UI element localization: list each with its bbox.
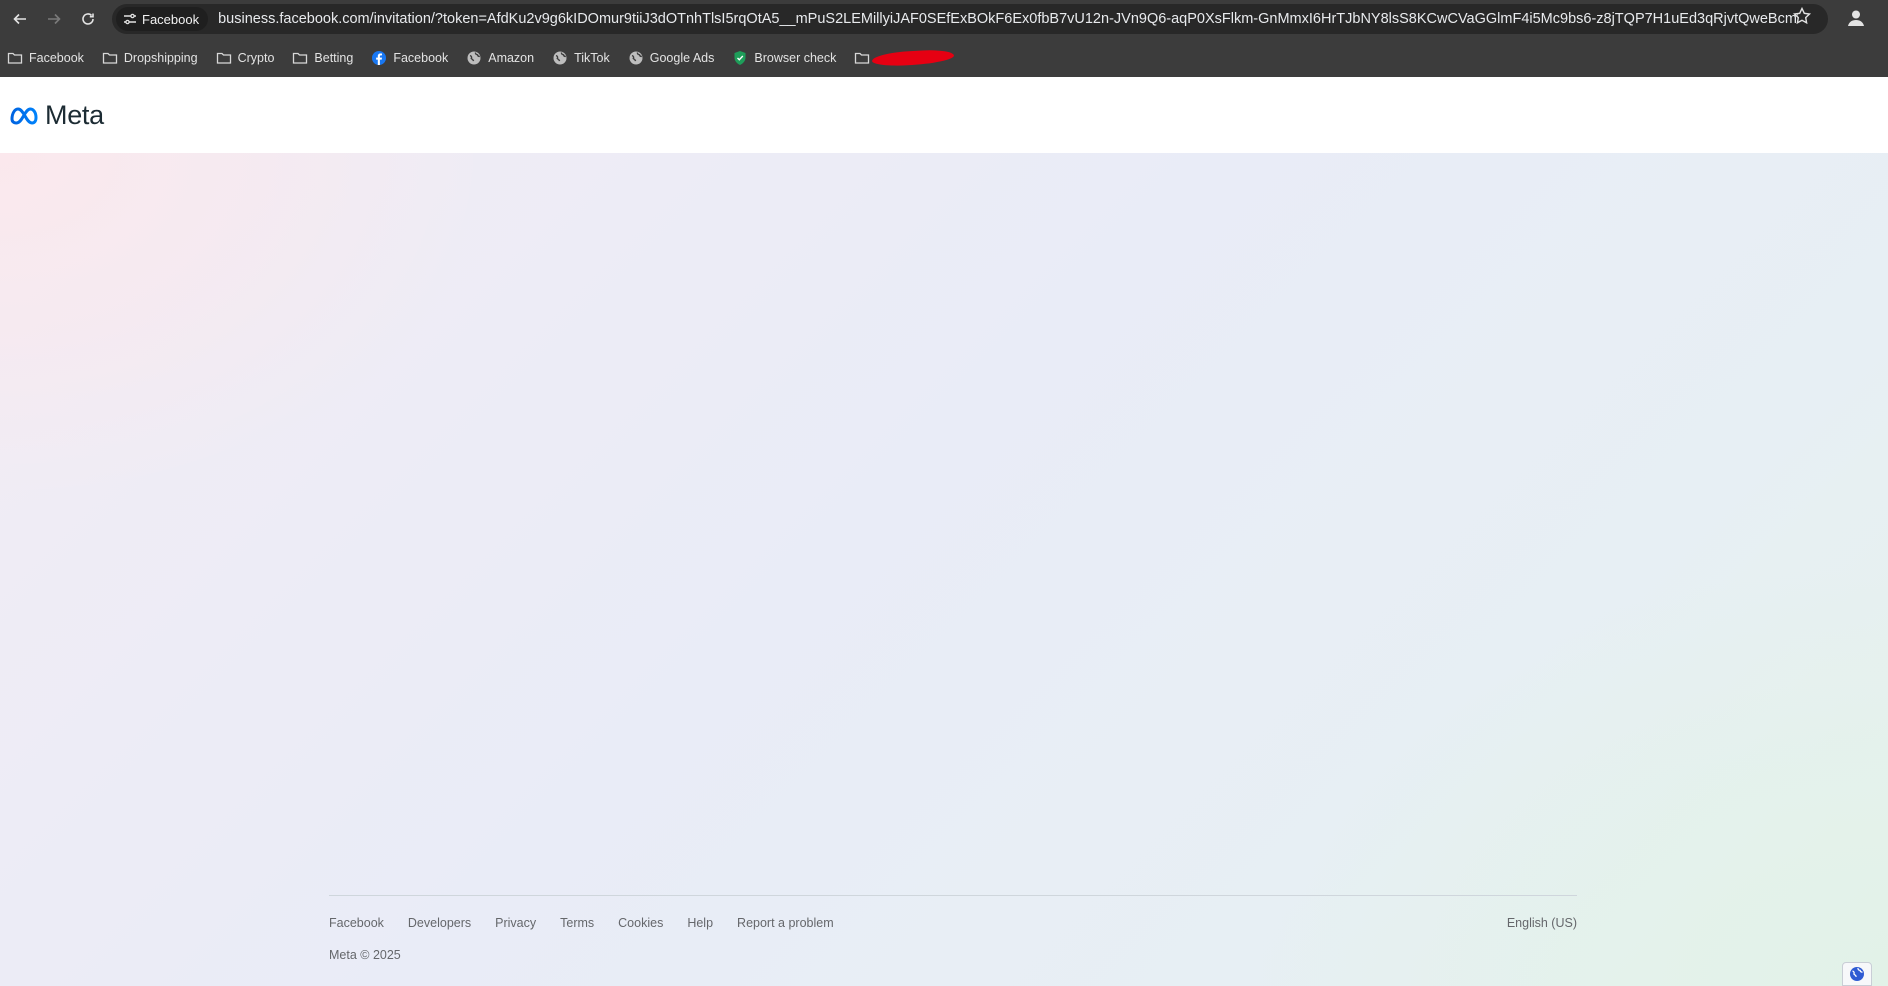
- bookmark-label: Browser check: [754, 50, 837, 65]
- reload-icon: [82, 13, 94, 25]
- site-chip-label: Facebook: [142, 11, 200, 27]
- meta-infinity-icon: [10, 107, 38, 125]
- arrow-left-icon: [13, 13, 26, 25]
- footer-links: Facebook Developers Privacy Terms Cookie…: [329, 914, 1577, 932]
- browser-toolbar: Facebook business.facebook.com/invitatio…: [0, 0, 1888, 38]
- footer-link-facebook[interactable]: Facebook: [329, 916, 384, 930]
- facebook-icon: [372, 50, 387, 65]
- language-globe-button[interactable]: [1842, 962, 1872, 986]
- folder-icon: [102, 52, 118, 64]
- bookmark-amazon[interactable]: Amazon: [466, 45, 544, 71]
- bookmarks-bar: Facebook Dropshipping Crypto Betting Fac…: [0, 38, 1888, 77]
- globe-icon: [467, 51, 481, 64]
- bookmark-folder-dropshipping[interactable]: Dropshipping: [102, 45, 208, 71]
- page-content: Facebook Developers Privacy Terms Cookie…: [0, 153, 1888, 986]
- url-text[interactable]: business.facebook.com/invitation/?token=…: [218, 11, 1798, 27]
- bookmark-google-ads[interactable]: Google Ads: [628, 45, 725, 71]
- site-info-chip[interactable]: Facebook: [116, 7, 209, 31]
- footer-link-developers[interactable]: Developers: [408, 916, 471, 930]
- footer-link-report-problem[interactable]: Report a problem: [737, 916, 834, 930]
- bookmark-folder-redacted[interactable]: [854, 45, 964, 71]
- bookmark-label: Crypto: [237, 50, 275, 65]
- folder-icon: [7, 52, 23, 64]
- bookmark-label: Amazon: [488, 50, 535, 65]
- arrow-right-icon: [48, 13, 61, 25]
- bookmark-label: Facebook: [29, 50, 84, 65]
- bookmark-folder-facebook[interactable]: Facebook: [7, 45, 94, 71]
- folder-icon: [855, 52, 870, 64]
- bookmark-label: Betting: [314, 50, 354, 65]
- language-selector[interactable]: English (US): [1507, 916, 1577, 930]
- profile-icon[interactable]: [1844, 6, 1868, 30]
- reload-button[interactable]: [74, 5, 102, 33]
- meta-wordmark: Meta: [45, 99, 104, 130]
- footer-link-help[interactable]: Help: [687, 916, 713, 930]
- bookmark-label: Dropshipping: [123, 50, 198, 65]
- shield-icon: [734, 50, 746, 65]
- footer-link-cookies[interactable]: Cookies: [618, 916, 663, 930]
- bookmark-folder-betting[interactable]: Betting: [292, 45, 363, 71]
- bookmark-facebook[interactable]: Facebook: [371, 45, 458, 71]
- address-bar[interactable]: Facebook business.facebook.com/invitatio…: [112, 4, 1828, 34]
- copyright-text: Meta © 2025: [329, 948, 401, 962]
- bookmark-label: TikTok: [574, 50, 610, 65]
- globe-icon: [629, 51, 643, 64]
- footer-link-terms[interactable]: Terms: [560, 916, 594, 930]
- tune-icon: [124, 13, 136, 25]
- bookmark-label: Google Ads: [649, 50, 715, 65]
- footer: Facebook Developers Privacy Terms Cookie…: [329, 895, 1577, 962]
- globe-icon: [553, 51, 567, 64]
- globe-icon: [1850, 967, 1864, 981]
- redaction-mark: [872, 48, 955, 67]
- footer-divider: [329, 895, 1577, 896]
- bookmark-folder-crypto[interactable]: Crypto: [216, 45, 285, 71]
- folder-icon: [293, 52, 308, 64]
- footer-link-privacy[interactable]: Privacy: [495, 916, 536, 930]
- back-button[interactable]: [6, 5, 34, 33]
- page-header: Meta: [0, 77, 1888, 153]
- forward-button[interactable]: [40, 5, 68, 33]
- folder-icon: [216, 52, 231, 64]
- bookmark-tiktok[interactable]: TikTok: [552, 45, 620, 71]
- bookmark-star-icon[interactable]: [1792, 6, 1812, 26]
- meta-logo[interactable]: Meta: [9, 100, 104, 131]
- bookmark-browser-check[interactable]: Browser check: [732, 45, 846, 71]
- bookmark-label: Facebook: [393, 50, 449, 65]
